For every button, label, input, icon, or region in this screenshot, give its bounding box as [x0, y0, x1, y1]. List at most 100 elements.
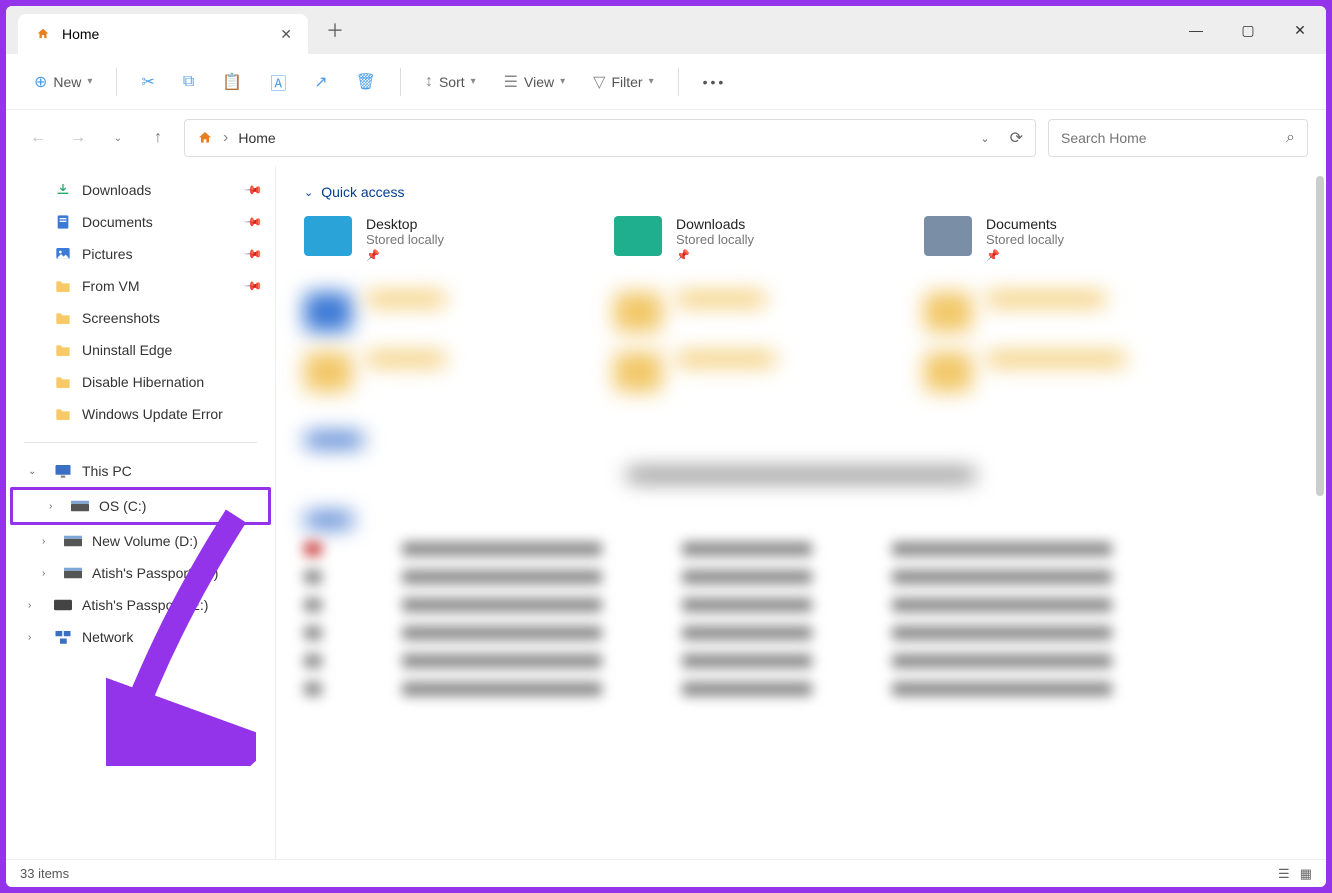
copy-icon: ⧉ — [183, 73, 194, 91]
rename-icon: 🄰 — [270, 70, 286, 94]
recent-button[interactable]: ⌄ — [104, 124, 132, 152]
drive-icon — [64, 567, 82, 579]
toolbar: ⊕ New ▾ ✂ ⧉ 📋 🄰 ↗ 🗑 ↕ Sort ▾ ☰ View ▾ ▽ … — [6, 54, 1326, 110]
pin-icon: 📌 — [243, 212, 263, 232]
address-text: Home — [238, 130, 970, 146]
folder-icon — [924, 216, 972, 256]
sidebar-item-screenshots[interactable]: Screenshots — [6, 302, 275, 334]
pin-icon: 📌 — [366, 249, 444, 262]
address-field[interactable]: › Home ⌄ ⟳ — [184, 119, 1036, 157]
folder-icon — [614, 216, 662, 256]
sidebar-item-uninstall-edge[interactable]: Uninstall Edge — [6, 334, 275, 366]
sidebar-item-downloads[interactable]: Downloads📌 — [6, 174, 275, 206]
blurred-item — [614, 352, 864, 392]
chevron-right-icon: › — [28, 632, 31, 643]
close-icon[interactable]: ✕ — [280, 26, 292, 43]
sidebar: Downloads📌Documents📌Pictures📌From VM📌Scr… — [6, 166, 276, 859]
scissors-icon: ✂ — [141, 72, 154, 92]
plus-icon: ⊕ — [34, 72, 47, 92]
chevron-down-icon: ▾ — [560, 76, 565, 87]
search-icon: ⌕ — [1286, 129, 1295, 147]
monitor-icon — [54, 464, 72, 478]
statusbar: 33 items ☰ ▦ — [6, 859, 1326, 887]
folder-icon — [54, 310, 72, 326]
blurred-item — [924, 292, 1174, 332]
blurred-item — [614, 292, 864, 332]
network-icon — [54, 630, 72, 644]
copy-button[interactable]: ⧉ — [173, 67, 204, 97]
trash-icon: 🗑 — [356, 72, 376, 92]
share-icon: ↗ — [314, 72, 327, 92]
maximize-button[interactable]: ▢ — [1222, 6, 1274, 54]
chevron-down-icon: ▾ — [649, 76, 654, 87]
sidebar-item-windows-update-error[interactable]: Windows Update Error — [6, 398, 275, 430]
cut-button[interactable]: ✂ — [131, 66, 164, 98]
folder-icon — [54, 374, 72, 390]
delete-button[interactable]: 🗑 — [346, 66, 386, 98]
forward-button[interactable]: → — [64, 124, 92, 152]
quick-access-item[interactable]: DocumentsStored locally📌 — [924, 216, 1174, 262]
scrollbar[interactable] — [1316, 176, 1324, 496]
close-button[interactable]: ✕ — [1274, 6, 1326, 54]
search-input[interactable] — [1061, 130, 1286, 146]
sidebar-item-from-vm[interactable]: From VM📌 — [6, 270, 275, 302]
more-button[interactable]: ••• — [693, 68, 737, 96]
picture-icon — [54, 246, 72, 262]
quick-access-header[interactable]: ⌄ Quick access — [304, 184, 1298, 200]
rename-button[interactable]: 🄰 — [260, 64, 296, 100]
new-tab-button[interactable]: ＋ — [326, 17, 344, 43]
new-button[interactable]: ⊕ New ▾ — [24, 66, 102, 98]
sidebar-item-network[interactable]: › Network — [6, 621, 275, 653]
chevron-right-icon: › — [28, 600, 31, 611]
content-area: ⌄ Quick access DesktopStored locally📌 Dow… — [276, 166, 1326, 859]
window-controls: — ▢ ✕ — [1170, 6, 1326, 54]
pin-icon: 📌 — [243, 276, 263, 296]
drive-icon — [71, 500, 89, 512]
share-button[interactable]: ↗ — [304, 66, 337, 98]
pin-icon: 📌 — [243, 180, 263, 200]
blurred-item — [924, 352, 1174, 392]
chevron-right-icon: › — [42, 536, 45, 547]
sidebar-item-passport[interactable]: › Atish's Passport (E:) — [6, 589, 275, 621]
blurred-section — [304, 512, 1298, 696]
download-icon — [54, 182, 72, 198]
sidebar-item-disable-hibernation[interactable]: Disable Hibernation — [6, 366, 275, 398]
sidebar-item-documents[interactable]: Documents📌 — [6, 206, 275, 238]
pin-icon: 📌 — [676, 249, 754, 262]
paste-icon: 📋 — [222, 72, 242, 92]
drive-icon — [64, 535, 82, 547]
highlighted-drive: ›OS (C:) — [10, 487, 271, 525]
blurred-item — [304, 292, 554, 332]
sidebar-drive[interactable]: ›Atish's Passport (E:) — [6, 557, 275, 589]
filter-icon: ▽ — [593, 72, 605, 92]
chevron-right-icon: › — [42, 568, 45, 579]
sidebar-item-this-pc[interactable]: ⌄ This PC — [6, 455, 275, 487]
filter-button[interactable]: ▽ Filter ▾ — [583, 66, 663, 98]
back-button[interactable]: ← — [24, 124, 52, 152]
sort-button[interactable]: ↕ Sort ▾ — [415, 67, 486, 97]
up-button[interactable]: ↑ — [144, 124, 172, 152]
pin-icon: 📌 — [243, 244, 263, 264]
tab-home[interactable]: Home ✕ — [18, 14, 308, 54]
sort-icon: ↕ — [425, 73, 433, 91]
sidebar-drive[interactable]: ›New Volume (D:) — [6, 525, 275, 557]
sidebar-item-pictures[interactable]: Pictures📌 — [6, 238, 275, 270]
chevron-down-icon: ▾ — [471, 76, 476, 87]
sidebar-drive[interactable]: ›OS (C:) — [13, 490, 268, 522]
refresh-icon[interactable]: ⟳ — [1010, 128, 1023, 148]
folder-icon — [304, 216, 352, 256]
chevron-down-icon: ⌄ — [304, 186, 313, 199]
details-view-icon[interactable]: ☰ — [1278, 866, 1290, 882]
view-button[interactable]: ☰ View ▾ — [494, 66, 575, 98]
chevron-down-icon[interactable]: ⌄ — [980, 132, 989, 145]
paste-button[interactable]: 📋 — [212, 66, 252, 98]
tab-title: Home — [62, 26, 270, 42]
minimize-button[interactable]: — — [1170, 6, 1222, 54]
view-icon: ☰ — [504, 72, 518, 92]
quick-access-item[interactable]: DownloadsStored locally📌 — [614, 216, 864, 262]
titlebar: Home ✕ ＋ — ▢ ✕ — [6, 6, 1326, 54]
thumbnails-view-icon[interactable]: ▦ — [1300, 866, 1312, 882]
search-field[interactable]: ⌕ — [1048, 119, 1308, 157]
quick-access-item[interactable]: DesktopStored locally📌 — [304, 216, 554, 262]
blurred-section — [304, 432, 1298, 482]
